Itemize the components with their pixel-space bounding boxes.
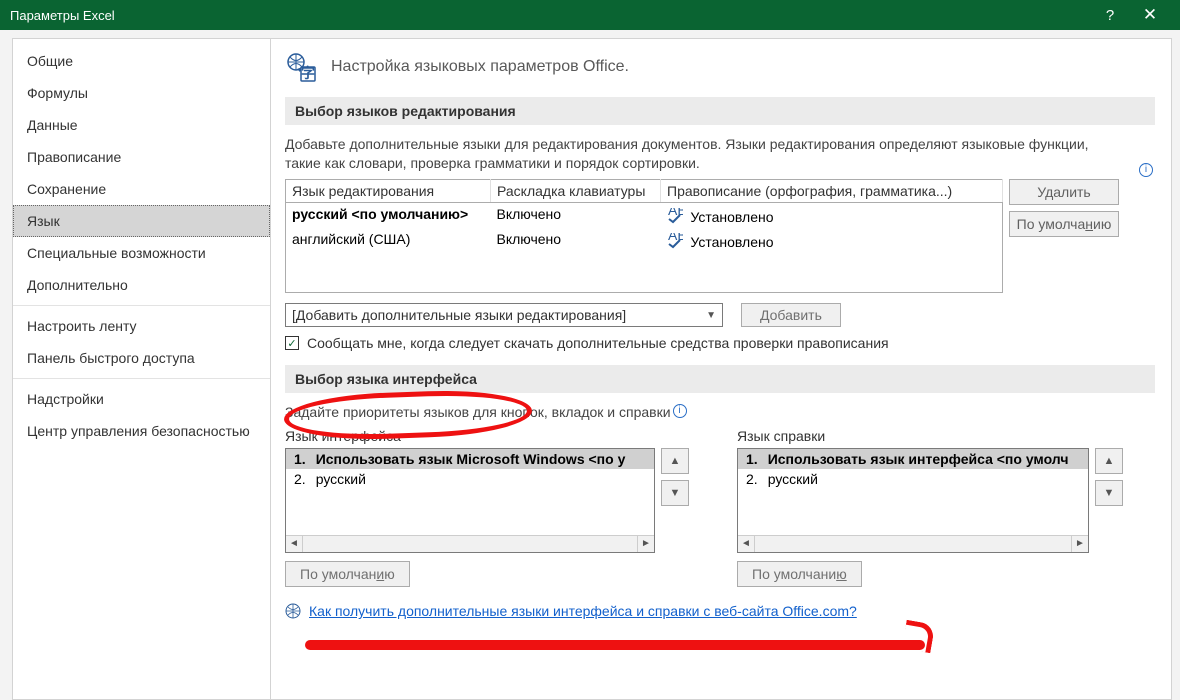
display-default-button[interactable]: По умолчанию [285,561,410,587]
move-down-button[interactable]: ▼ [661,480,689,506]
help-button[interactable]: ? [1090,7,1130,24]
display-language-list[interactable]: 1.Использовать язык Microsoft Windows <п… [285,448,655,553]
section-display-language-header: Выбор языка интерфейса [285,365,1155,393]
col-language: Язык редактирования [286,179,491,202]
titlebar: Параметры Excel ? ✕ [0,0,1180,30]
horizontal-scrollbar[interactable]: ◄► [286,535,654,552]
horizontal-scrollbar[interactable]: ◄► [738,535,1088,552]
sidebar-item-save[interactable]: Сохранение [13,173,270,205]
chevron-down-icon: ▼ [706,310,716,321]
add-button[interactable]: Добавить [741,303,841,327]
window-title: Параметры Excel [10,8,1090,23]
col-layout: Раскладка клавиатуры [491,179,661,202]
sidebar-item-advanced[interactable]: Дополнительно [13,269,270,301]
set-default-button[interactable]: По умолчанию [1009,211,1119,237]
info-icon[interactable]: i [1139,163,1153,177]
page-header: 字 Настройка языковых параметров Office. [285,51,1155,83]
page-title: Настройка языковых параметров Office. [331,58,629,76]
notify-label: Сообщать мне, когда следует скачать допо… [307,335,889,351]
col-proofing: Правописание (орфография, грамматика...) [661,179,1003,202]
display-language-description: Задайте приоритеты языков для кнопок, вк… [285,403,1155,422]
abc-check-icon: ABC [667,208,683,224]
close-button[interactable]: ✕ [1130,5,1170,25]
help-language-label: Язык справки [737,428,1123,444]
table-row[interactable]: русский <по умолчанию> Включено ABC Уста… [286,202,1003,228]
list-item[interactable]: 1.Использовать язык Microsoft Windows <п… [286,449,654,469]
add-language-combo[interactable]: [Добавить дополнительные языки редактиро… [285,303,723,327]
list-item[interactable]: 2.русский [286,469,654,489]
sidebar: Общие Формулы Данные Правописание Сохран… [13,39,271,699]
nav-separator [13,305,270,306]
table-row[interactable]: английский (США) Включено ABC Установлен… [286,228,1003,253]
move-up-button[interactable]: ▲ [661,448,689,474]
list-item[interactable]: 2.русский [738,469,1088,489]
help-language-list[interactable]: 1.Использовать язык интерфейса <по умолч… [737,448,1089,553]
language-icon: 字 [285,51,317,83]
notify-checkbox[interactable]: ✓ [285,336,299,350]
svg-text:ABC: ABC [668,233,683,243]
sidebar-item-trust-center[interactable]: Центр управления безопасностью [13,415,270,447]
sidebar-item-general[interactable]: Общие [13,45,270,77]
sidebar-item-customize-ribbon[interactable]: Настроить ленту [13,310,270,342]
content-pane: 字 Настройка языковых параметров Office. … [271,39,1171,699]
sidebar-item-quick-access[interactable]: Панель быстрого доступа [13,342,270,374]
editing-languages-table[interactable]: Язык редактирования Раскладка клавиатуры… [285,179,1003,294]
svg-text:字: 字 [301,65,315,81]
help-default-button[interactable]: По умолчанию [737,561,862,587]
nav-separator [13,378,270,379]
sidebar-item-addins[interactable]: Надстройки [13,383,270,415]
info-icon[interactable]: i [673,404,687,418]
sidebar-item-accessibility[interactable]: Специальные возможности [13,237,270,269]
more-languages-link[interactable]: Как получить дополнительные языки интерф… [309,603,857,619]
editing-languages-description: Добавьте дополнительные языки для редакт… [285,135,1155,173]
sidebar-item-data[interactable]: Данные [13,109,270,141]
svg-text:ABC: ABC [668,208,683,218]
sidebar-item-formulas[interactable]: Формулы [13,77,270,109]
abc-check-icon: ABC [667,233,683,249]
section-editing-languages-header: Выбор языков редактирования [285,97,1155,125]
move-up-button[interactable]: ▲ [1095,448,1123,474]
sidebar-item-language[interactable]: Язык [13,205,270,237]
globe-icon [285,603,301,619]
remove-button[interactable]: Удалить [1009,179,1119,205]
dialog-body: Общие Формулы Данные Правописание Сохран… [12,38,1172,700]
display-language-label: Язык интерфейса [285,428,689,444]
move-down-button[interactable]: ▼ [1095,480,1123,506]
list-item[interactable]: 1.Использовать язык интерфейса <по умолч [738,449,1088,469]
sidebar-item-proofing[interactable]: Правописание [13,141,270,173]
